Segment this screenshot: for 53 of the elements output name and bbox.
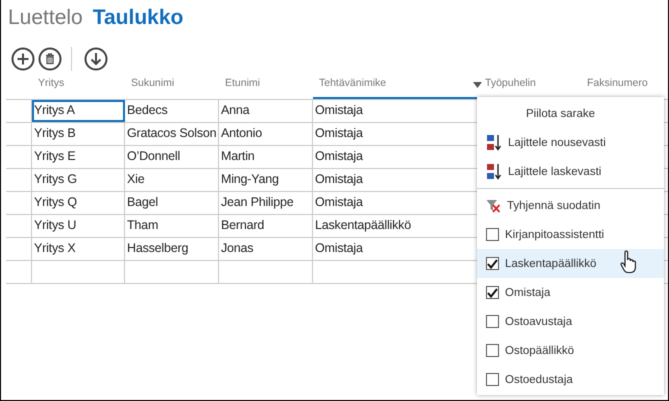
menu-item[interactable]: Piilota sarake: [477, 99, 664, 128]
filter-option[interactable]: Ostoavustaja: [477, 307, 664, 336]
column-header[interactable]: Tehtävänimike: [319, 77, 386, 89]
view-tab[interactable]: Luettelo: [8, 6, 83, 30]
column-header[interactable]: Etunimi: [225, 77, 260, 89]
table-cell[interactable]: Gratacos Solson: [125, 123, 219, 145]
table-cell[interactable]: Jean Philippe: [219, 192, 313, 214]
table-cell[interactable]: Martin: [219, 146, 313, 168]
table-cell[interactable]: Bedecs: [125, 100, 219, 122]
table-cell[interactable]: Antonio: [219, 123, 313, 145]
column-header[interactable]: Sukunimi: [131, 77, 174, 89]
table-cell[interactable]: Ming-Yang: [219, 169, 313, 191]
table-cell[interactable]: Yritys U: [32, 215, 125, 237]
menu-item[interactable]: Lajittele laskevasti: [477, 157, 664, 186]
clear-filter-icon: [486, 198, 501, 212]
table-cell[interactable]: O’Donnell: [125, 146, 219, 168]
delete-button[interactable]: [38, 47, 62, 71]
table-cell[interactable]: Bernard: [219, 215, 313, 237]
dropdown-caret-icon[interactable]: [473, 82, 482, 88]
table-cell[interactable]: Anna: [219, 100, 313, 122]
table-cell[interactable]: Tham: [125, 215, 219, 237]
view-tab[interactable]: Taulukko: [92, 6, 184, 30]
sort-ascending-icon: [486, 134, 502, 151]
filter-option[interactable]: Kirjanpitoassistentti: [477, 220, 664, 249]
checkbox[interactable]: [486, 257, 499, 270]
table-cell[interactable]: Yritys E: [32, 146, 125, 168]
table-cell[interactable]: Yritys G: [32, 169, 125, 191]
checkbox[interactable]: [486, 373, 499, 386]
filter-option[interactable]: Ostoedustaja: [477, 365, 664, 394]
add-button[interactable]: [11, 47, 35, 71]
table-cell[interactable]: Bagel: [125, 192, 219, 214]
filter-option[interactable]: Ostopäällikkö: [477, 336, 664, 365]
table-cell[interactable]: Yritys X: [32, 238, 125, 260]
sort-descending-icon: [486, 163, 502, 180]
column-header[interactable]: Työpuhelin: [485, 77, 536, 89]
column-header[interactable]: Faksinumero: [587, 77, 648, 89]
checkbox[interactable]: [486, 228, 499, 241]
checkbox[interactable]: [486, 286, 499, 299]
table-cell[interactable]: Jonas: [219, 238, 313, 260]
filter-option[interactable]: Laskentapäällikkö: [477, 249, 664, 278]
checkbox[interactable]: [486, 344, 499, 357]
table-cell[interactable]: Xie: [125, 169, 219, 191]
table-cell[interactable]: Yritys A: [32, 100, 125, 122]
column-header[interactable]: Yritys: [38, 77, 64, 89]
table-cell[interactable]: Yritys B: [32, 123, 125, 145]
table-cell[interactable]: Yritys Q: [32, 192, 125, 214]
table-cell[interactable]: Hasselberg: [125, 238, 219, 260]
filter-option[interactable]: Omistaja: [477, 278, 664, 307]
hand-cursor-icon: [620, 250, 638, 274]
menu-item[interactable]: Lajittele nousevasti: [477, 128, 664, 157]
menu-item[interactable]: Tyhjennä suodatin: [477, 191, 664, 220]
download-button[interactable]: [84, 47, 108, 71]
checkbox[interactable]: [486, 315, 499, 328]
